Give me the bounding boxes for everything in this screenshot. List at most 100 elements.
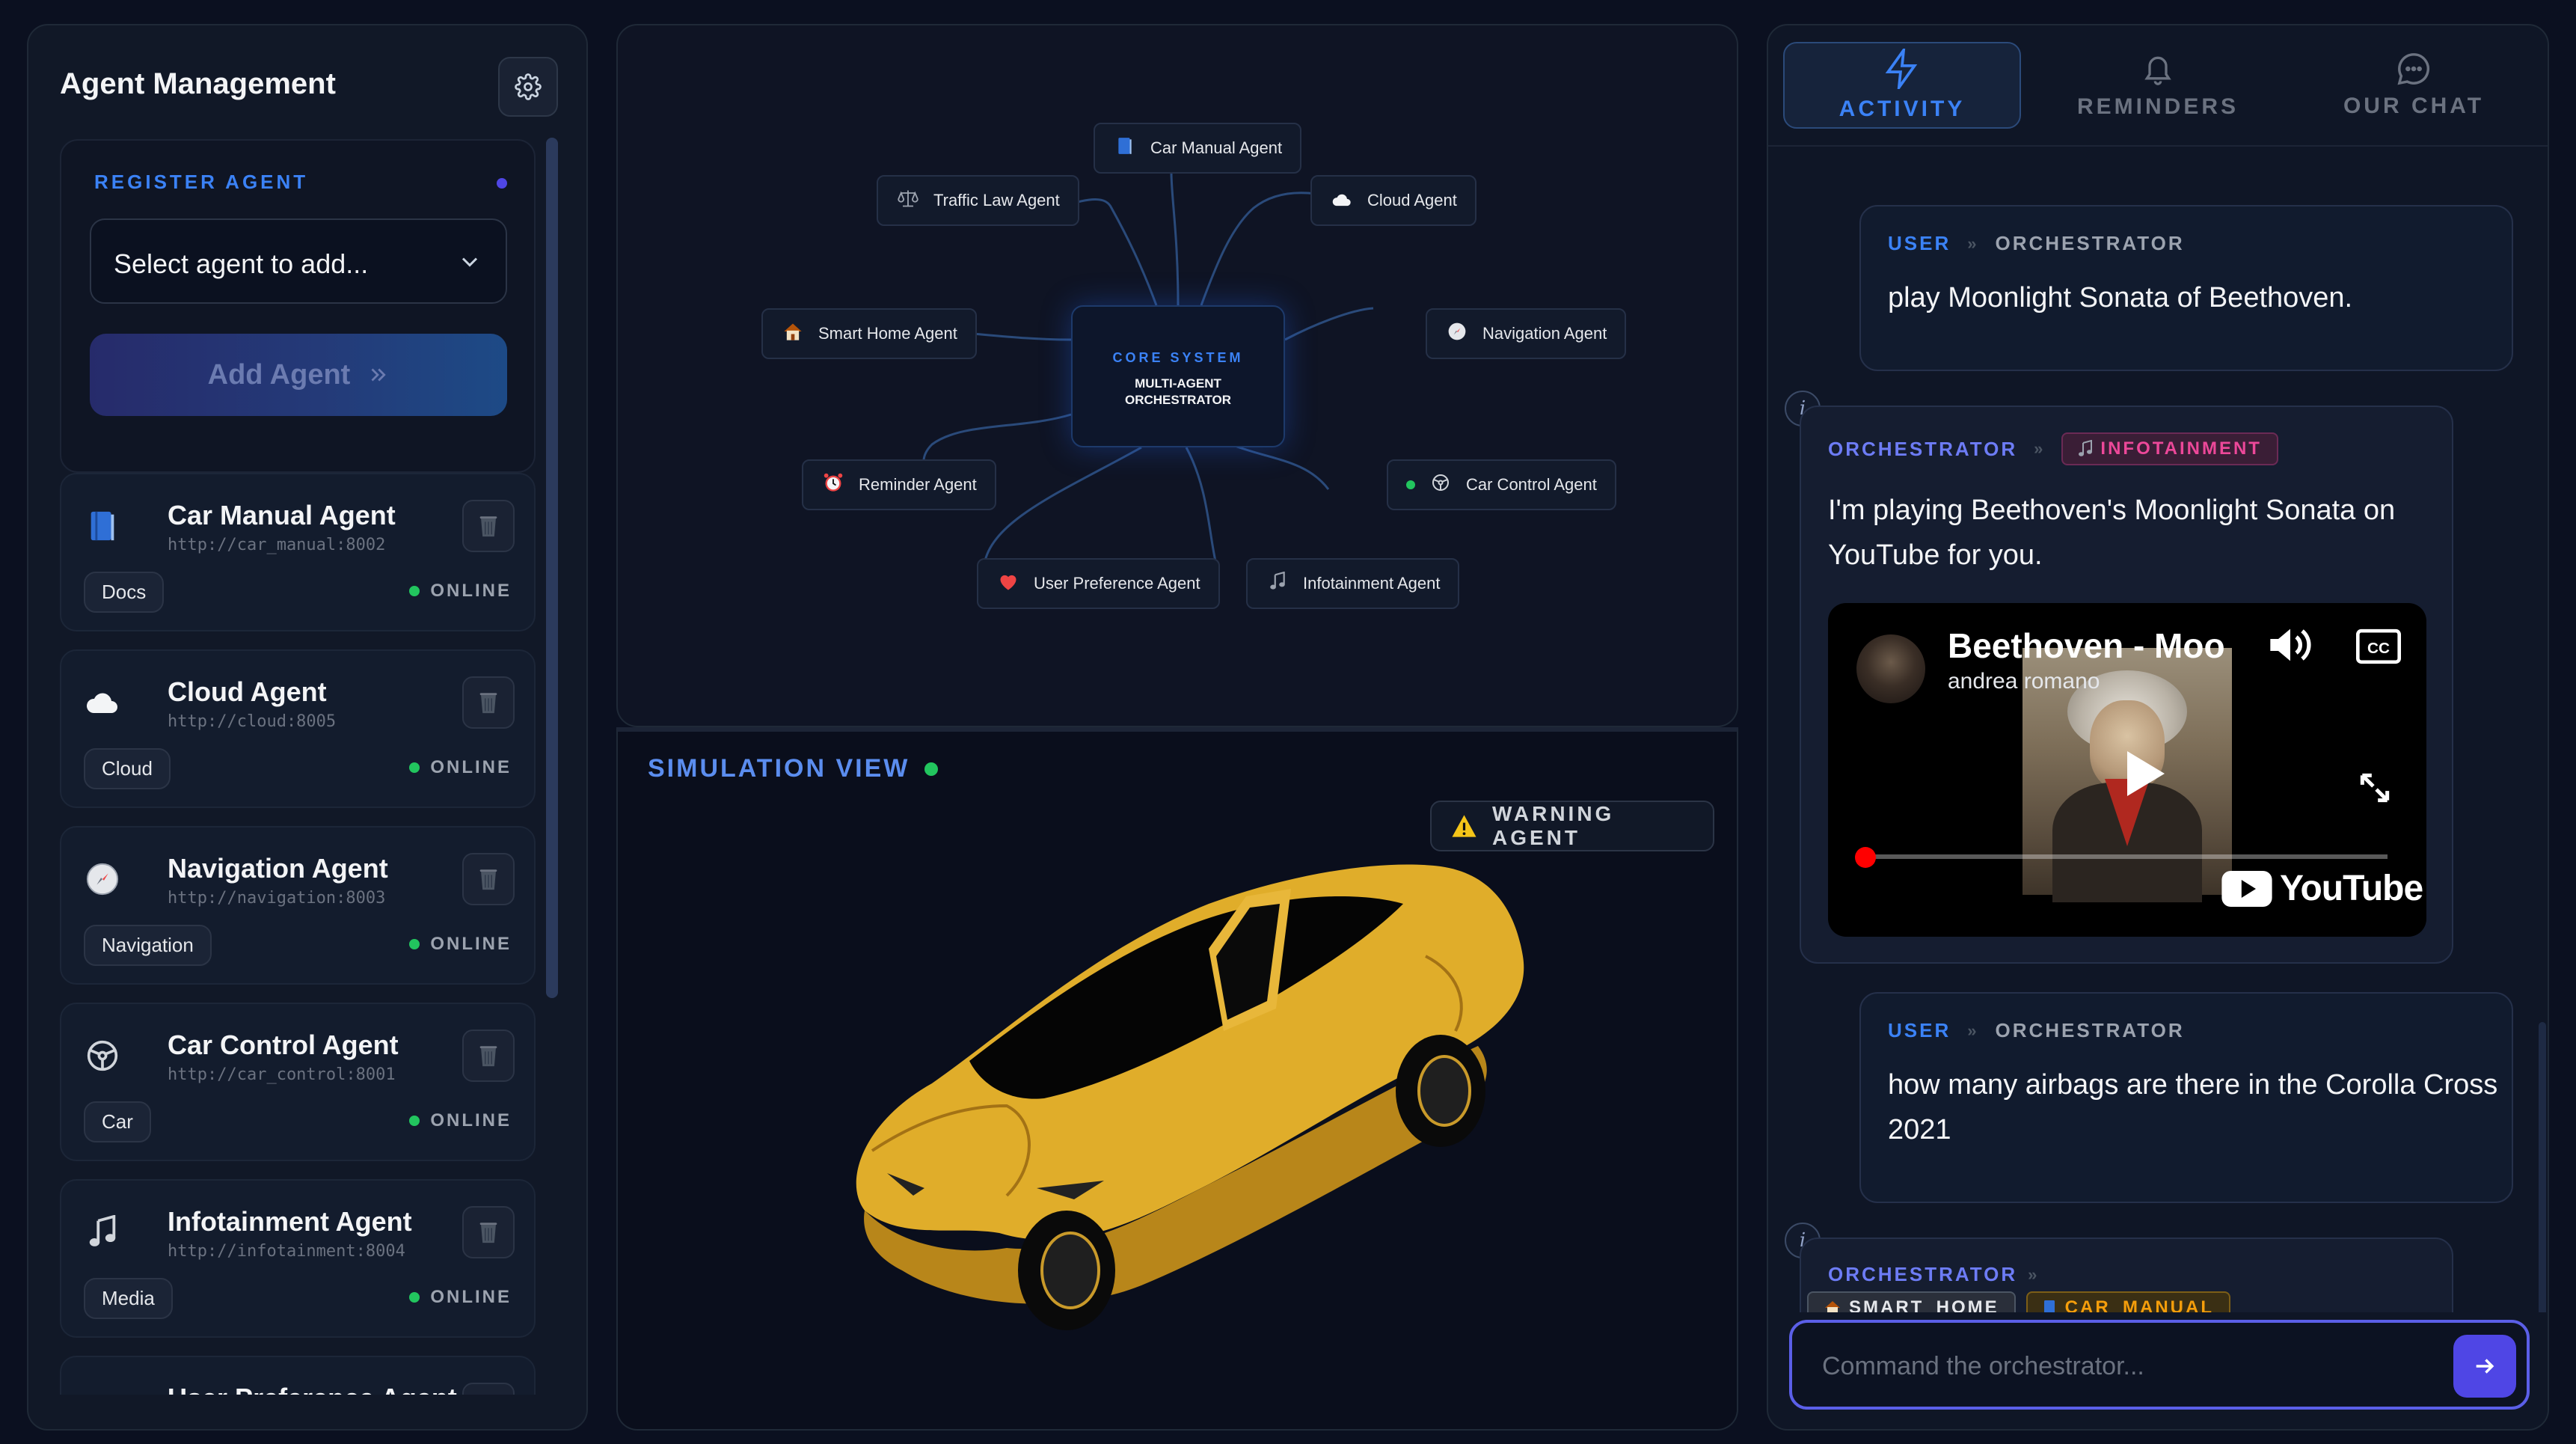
car-3d-model[interactable]	[618, 732, 1738, 1405]
delete-agent-button[interactable]	[462, 1206, 515, 1258]
car-manual-target-badge: CAR_MANUAL	[2025, 1291, 2230, 1312]
book-icon	[2043, 1300, 2055, 1312]
network-node-car-control-agent[interactable]: Car Control Agent	[1387, 459, 1616, 510]
chevron-down-icon	[461, 257, 478, 267]
tab-our-chat[interactable]: OUR CHAT	[2295, 42, 2533, 129]
double-chevron-right-icon: »	[2034, 439, 2046, 458]
delete-agent-button[interactable]	[462, 500, 515, 552]
double-chevron-right-icon	[371, 368, 387, 382]
trash-icon	[479, 693, 497, 714]
alarm-clock-icon	[821, 472, 845, 498]
agent-card[interactable]: Cloud Agent http://cloud:8005 Cloud ONLI…	[60, 649, 536, 808]
message-header: ORCHESTRATOR »	[1828, 1263, 2039, 1286]
delete-agent-button[interactable]	[462, 1030, 515, 1082]
agent-select-dropdown[interactable]: Select agent to add...	[90, 218, 507, 304]
video-progress-knob[interactable]	[1855, 847, 1876, 868]
agent-category-tag: Car	[84, 1101, 151, 1142]
agent-url: http://car_control:8001	[168, 1065, 396, 1084]
network-node-label: User Preference Agent	[1034, 574, 1200, 593]
network-node-label: Smart Home Agent	[818, 324, 957, 343]
closed-captions-icon[interactable]: CC	[2356, 628, 2401, 664]
volume-icon[interactable]	[2266, 624, 2314, 666]
youtube-play-icon	[2221, 870, 2272, 907]
agent-card[interactable]: Infotainment Agent http://infotainment:8…	[60, 1179, 536, 1338]
network-node-navigation-agent[interactable]: Navigation Agent	[1426, 308, 1627, 359]
delete-agent-button[interactable]	[462, 676, 515, 729]
delete-agent-button[interactable]	[462, 853, 515, 905]
bell-icon	[2144, 56, 2171, 85]
network-node-car-manual-agent[interactable]: Car Manual Agent	[1094, 123, 1302, 174]
message-header: ORCHESTRATOR » INFOTAINMENT	[1828, 432, 2278, 465]
send-button[interactable]	[2453, 1335, 2516, 1398]
agent-status: ONLINE	[409, 1287, 512, 1308]
youtube-video-player[interactable]: Beethoven - Moo andrea romano CC YouTube	[1828, 603, 2426, 937]
music-icon	[1266, 571, 1289, 596]
video-progress-bar[interactable]	[1864, 854, 2388, 859]
settings-button[interactable]	[498, 57, 558, 117]
fullscreen-icon[interactable]	[2356, 769, 2393, 807]
tab-activity[interactable]: ACTIVITY	[1783, 42, 2021, 129]
agent-url: http://navigation:8003	[168, 889, 386, 908]
agent-status: ONLINE	[409, 1110, 512, 1131]
play-button[interactable]	[2105, 736, 2180, 811]
message-header: USER » ORCHESTRATOR	[1888, 232, 2185, 255]
agent-network-graph: Car Manual Agent Traffic Law Agent Cloud…	[616, 24, 1738, 727]
online-dot	[409, 1116, 420, 1126]
channel-avatar[interactable]	[1856, 634, 1925, 703]
register-status-dot	[497, 178, 507, 189]
add-agent-button[interactable]: Add Agent	[90, 334, 507, 416]
orchestrator-message: ORCHESTRATOR » SMART_HOME CAR_MANUAL	[1800, 1238, 2453, 1312]
scrollbar-thumb[interactable]	[546, 138, 558, 998]
agent-name: Infotainment Agent	[168, 1206, 412, 1237]
online-dot	[409, 762, 420, 773]
command-input[interactable]	[1822, 1350, 2420, 1383]
badge-label: INFOTAINMENT	[2100, 438, 2262, 459]
network-node-label: Navigation Agent	[1482, 324, 1607, 343]
agent-card[interactable]: Car Manual Agent http://car_manual:8002 …	[60, 473, 536, 631]
network-node-cloud-agent[interactable]: Cloud Agent	[1310, 175, 1476, 226]
network-node-reminder-agent[interactable]: Reminder Agent	[802, 459, 996, 510]
agent-card[interactable]: Car Control Agent http://car_control:800…	[60, 1003, 536, 1161]
delete-agent-button[interactable]	[462, 1383, 515, 1395]
network-node-user-preference-agent[interactable]: User Preference Agent	[977, 558, 1220, 609]
video-channel[interactable]: andrea romano	[1948, 669, 2100, 694]
orchestrator-title-line-2: ORCHESTRATOR	[1125, 393, 1231, 407]
orchestrator-message: ORCHESTRATOR » INFOTAINMENT I'm playing …	[1800, 406, 2453, 964]
orchestrator-core-node[interactable]: CORE SYSTEM MULTI-AGENT ORCHESTRATOR	[1071, 305, 1285, 447]
youtube-logo[interactable]: YouTube	[2221, 868, 2423, 909]
orchestrator-title: MULTI-AGENT ORCHESTRATOR	[1073, 376, 1284, 409]
scales-icon	[896, 189, 920, 213]
agent-status: ONLINE	[409, 934, 512, 955]
book-icon	[1113, 136, 1137, 161]
network-node-infotainment-agent[interactable]: Infotainment Agent	[1246, 558, 1460, 609]
target-badges: SMART_HOME CAR_MANUAL	[1807, 1291, 2230, 1312]
agent-status-label: ONLINE	[430, 1110, 512, 1131]
register-agent-section: REGISTER AGENT Select agent to add... Ad…	[60, 139, 536, 473]
register-agent-label: REGISTER AGENT	[94, 171, 309, 193]
steering-wheel-icon	[84, 1037, 121, 1074]
play-icon	[2127, 751, 2165, 796]
agent-list-scrollbar[interactable]	[546, 138, 558, 998]
network-node-traffic-law-agent[interactable]: Traffic Law Agent	[877, 175, 1079, 226]
network-node-label: Traffic Law Agent	[933, 191, 1060, 209]
message-text: play Moonlight Sonata of Beethoven.	[1888, 282, 2353, 313]
video-title[interactable]: Beethoven - Moo	[1948, 625, 2225, 666]
book-icon	[84, 507, 121, 545]
message-text: I'm playing Beethoven's Moonlight Sonata…	[1828, 495, 2396, 571]
activity-scrollbar[interactable]	[2539, 1022, 2546, 1312]
agent-status-label: ONLINE	[430, 1287, 512, 1307]
tab-label: OUR CHAT	[2343, 94, 2485, 118]
message-text: how many airbags are there in the Coroll…	[1888, 1069, 2498, 1145]
agent-url: http://infotainment:8004	[168, 1242, 405, 1261]
arrow-right-icon	[2476, 1359, 2494, 1374]
agent-status: ONLINE	[409, 581, 512, 602]
agent-management-panel: Agent Management REGISTER AGENT Select a…	[27, 24, 588, 1431]
network-node-label: Car Manual Agent	[1150, 138, 1283, 157]
network-node-smart-home-agent[interactable]: Smart Home Agent	[761, 308, 977, 359]
agent-category-tag: Media	[84, 1278, 173, 1319]
agent-card[interactable]: User Preference Agent	[60, 1356, 536, 1395]
online-dot	[409, 939, 420, 949]
message-sender: ORCHESTRATOR	[1828, 1263, 2018, 1285]
agent-card[interactable]: Navigation Agent http://navigation:8003 …	[60, 826, 536, 985]
tab-reminders[interactable]: REMINDERS	[2039, 42, 2277, 129]
